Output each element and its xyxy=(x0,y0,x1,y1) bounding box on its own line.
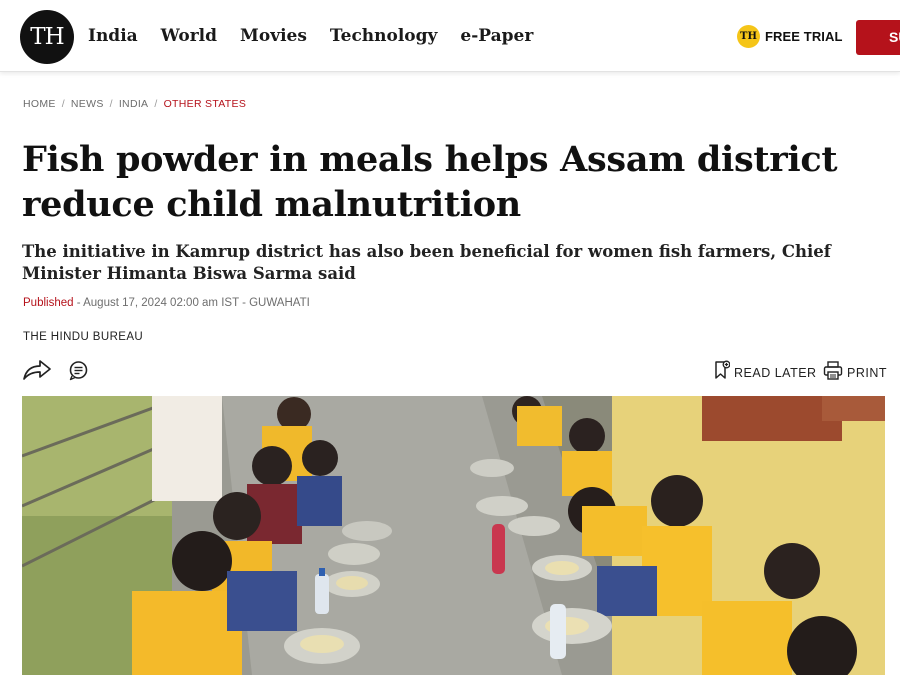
main-nav: India World Movies Technology e-Paper xyxy=(88,24,556,48)
bookmark-icon xyxy=(714,360,731,385)
nav-item-world[interactable]: World xyxy=(161,24,217,48)
free-trial-button[interactable]: TH FREE TRIAL xyxy=(737,25,843,48)
breadcrumb: HOME / NEWS / INDIA / OTHER STATES xyxy=(23,98,246,110)
read-later-label: READ LATER xyxy=(734,365,817,380)
free-trial-label: FREE TRIAL xyxy=(765,29,843,44)
site-header: TH India World Movies Technology e-Paper… xyxy=(0,0,900,72)
nav-item-india[interactable]: India xyxy=(88,24,138,48)
trial-badge-icon: TH xyxy=(737,25,760,48)
nav-item-movies[interactable]: Movies xyxy=(240,24,307,48)
breadcrumb-separator: / xyxy=(109,98,113,110)
breadcrumb-other-states[interactable]: OTHER STATES xyxy=(164,98,247,110)
site-logo[interactable]: TH xyxy=(20,10,74,64)
subscribe-button[interactable]: SU xyxy=(856,20,900,55)
article-headline: Fish powder in meals helps Assam distric… xyxy=(22,139,838,225)
breadcrumb-india[interactable]: INDIA xyxy=(119,98,149,110)
breadcrumb-separator: / xyxy=(61,98,65,110)
breadcrumb-news[interactable]: NEWS xyxy=(71,98,104,110)
nav-item-epaper[interactable]: e-Paper xyxy=(460,24,533,48)
article-photo xyxy=(22,396,885,675)
printer-icon xyxy=(823,361,843,385)
nav-item-technology[interactable]: Technology xyxy=(330,24,438,48)
author-byline[interactable]: THE HINDU BUREAU xyxy=(23,331,143,343)
print-label: PRINT xyxy=(847,366,887,380)
publish-info: Published - August 17, 2024 02:00 am IST… xyxy=(23,297,310,309)
breadcrumb-separator: / xyxy=(154,98,158,110)
article-subheadline: The initiative in Kamrup district has al… xyxy=(22,242,831,283)
publish-date: - August 17, 2024 02:00 am IST - GUWAHAT… xyxy=(73,297,310,309)
breadcrumb-home[interactable]: HOME xyxy=(23,98,56,110)
comment-icon[interactable] xyxy=(68,360,89,381)
share-icon[interactable] xyxy=(22,358,52,382)
published-label: Published xyxy=(23,297,74,309)
read-later-button[interactable]: READ LATER xyxy=(714,360,817,385)
print-button[interactable]: PRINT xyxy=(823,361,887,385)
